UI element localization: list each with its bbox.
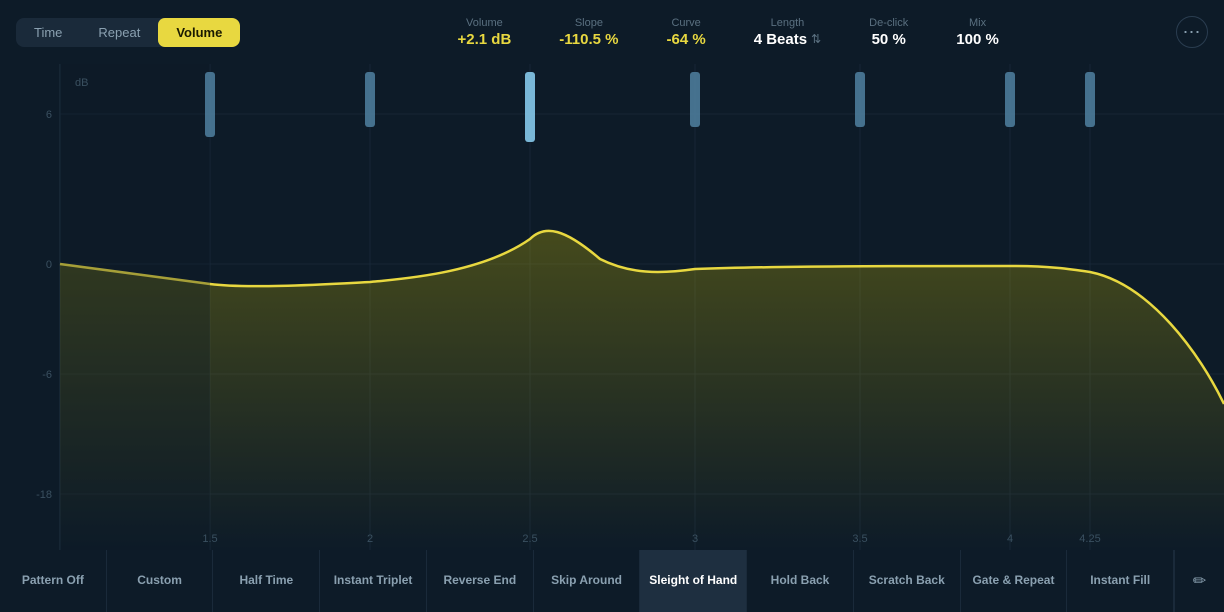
- param-length[interactable]: Length 4 Beats ⇅: [754, 17, 821, 48]
- svg-text:4.25: 4.25: [1079, 533, 1100, 545]
- curve-value: -64 %: [667, 31, 706, 48]
- param-slope[interactable]: Slope -110.5 %: [559, 17, 618, 48]
- chevron-icon: ⇅: [811, 32, 821, 46]
- length-value: 4 Beats: [754, 31, 807, 48]
- length-label: Length: [771, 17, 805, 29]
- svg-text:1.5: 1.5: [202, 533, 217, 545]
- tab-custom[interactable]: Custom: [107, 550, 214, 612]
- volume-label: Volume: [466, 17, 503, 29]
- tab-reverse-end[interactable]: Reverse End: [427, 550, 534, 612]
- param-volume[interactable]: Volume +2.1 dB: [458, 17, 512, 48]
- param-group: Volume +2.1 dB Slope -110.5 % Curve -64 …: [280, 17, 1176, 48]
- svg-text:2.5: 2.5: [522, 533, 537, 545]
- param-declick[interactable]: De-click 50 %: [869, 17, 908, 48]
- more-button[interactable]: ⋯: [1176, 16, 1208, 48]
- svg-text:3: 3: [692, 533, 698, 545]
- declick-value: 50 %: [872, 31, 906, 48]
- pencil-icon: ✏: [1193, 571, 1206, 591]
- more-icon: ⋯: [1183, 22, 1202, 43]
- svg-text:6: 6: [46, 109, 52, 121]
- svg-text:0: 0: [46, 259, 52, 271]
- tab-skip-around[interactable]: Skip Around: [534, 550, 641, 612]
- tab-half-time[interactable]: Half Time: [213, 550, 320, 612]
- svg-text:dB: dB: [75, 77, 88, 89]
- svg-text:2: 2: [367, 533, 373, 545]
- mix-value: 100 %: [956, 31, 999, 48]
- param-curve[interactable]: Curve -64 %: [667, 17, 706, 48]
- chart-svg: dB 6 0 -6 -18 1.5 2 2.5 3 3.5 4 4.25: [0, 64, 1224, 550]
- tab-scratch-back[interactable]: Scratch Back: [854, 550, 961, 612]
- chart-area: dB 6 0 -6 -18 1.5 2 2.5 3 3.5 4 4.25: [0, 64, 1224, 550]
- tab-repeat[interactable]: Repeat: [80, 18, 158, 47]
- pencil-tab[interactable]: ✏: [1174, 550, 1224, 612]
- bottom-tabs: Pattern Off Custom Half Time Instant Tri…: [0, 550, 1224, 612]
- svg-text:4: 4: [1007, 533, 1013, 545]
- param-mix[interactable]: Mix 100 %: [956, 17, 999, 48]
- tab-hold-back[interactable]: Hold Back: [747, 550, 854, 612]
- tab-volume[interactable]: Volume: [158, 18, 240, 47]
- mix-label: Mix: [969, 17, 986, 29]
- svg-text:3.5: 3.5: [852, 533, 867, 545]
- tab-gate-repeat[interactable]: Gate & Repeat: [961, 550, 1068, 612]
- tab-time[interactable]: Time: [16, 18, 80, 47]
- svg-text:-18: -18: [36, 489, 52, 501]
- length-control: 4 Beats ⇅: [754, 31, 821, 48]
- tab-pattern-off[interactable]: Pattern Off: [0, 550, 107, 612]
- volume-value: +2.1 dB: [458, 31, 512, 48]
- tab-instant-fill[interactable]: Instant Fill: [1067, 550, 1174, 612]
- slope-label: Slope: [575, 17, 603, 29]
- slope-value: -110.5 %: [559, 31, 618, 48]
- curve-label: Curve: [671, 17, 700, 29]
- svg-text:-6: -6: [42, 369, 52, 381]
- header: Time Repeat Volume Volume +2.1 dB Slope …: [0, 0, 1224, 64]
- declick-label: De-click: [869, 17, 908, 29]
- mode-tab-group: Time Repeat Volume: [16, 18, 240, 47]
- tab-instant-triplet[interactable]: Instant Triplet: [320, 550, 427, 612]
- tab-sleight-of-hand[interactable]: Sleight of Hand: [640, 550, 747, 612]
